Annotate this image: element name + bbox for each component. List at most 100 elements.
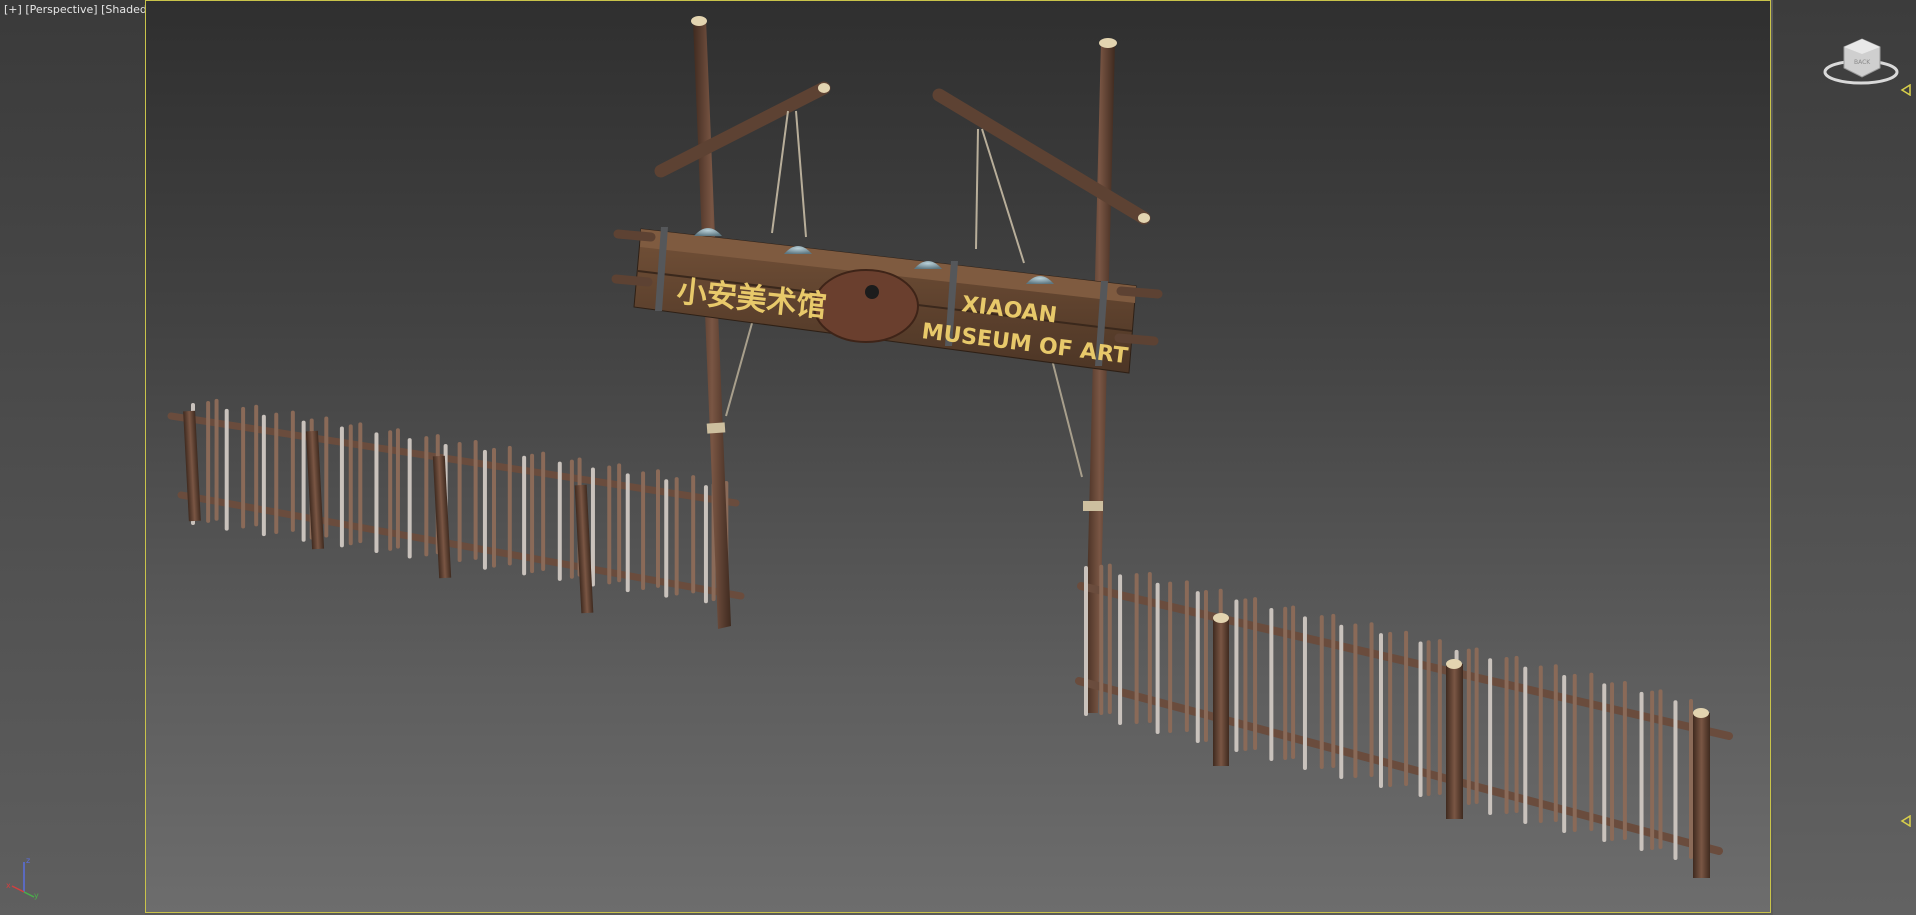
left-fence: [167, 398, 745, 614]
fence-picket: [290, 410, 295, 532]
fence-picket: [1404, 630, 1409, 786]
axis-gizmo-icon: z x y: [6, 856, 39, 900]
fence-picket: [241, 406, 246, 529]
fence-picket: [1673, 700, 1678, 860]
fence-picket: [388, 430, 393, 551]
fence-picket: [1504, 657, 1509, 814]
scrollbar-marker-bottom-icon[interactable]: [1900, 815, 1912, 827]
fence-picket: [473, 439, 478, 560]
fence-picket: [590, 467, 595, 587]
fence-picket: [1084, 566, 1088, 716]
fence-picket: [1283, 606, 1288, 760]
fence-picket: [541, 451, 546, 572]
fence-picket: [1291, 605, 1296, 759]
fence-picket: [703, 485, 708, 604]
fence-picket: [348, 424, 353, 546]
scrollbar-marker-top-icon[interactable]: [1900, 84, 1912, 96]
fence-picket: [569, 459, 574, 579]
fence-picket: [1388, 631, 1393, 787]
fence-picket: [1538, 665, 1543, 823]
museum-sign: 小安美术馆 XIAOAN MUSEUM OF ART: [611, 227, 1163, 374]
fence-picket: [261, 414, 266, 537]
fence-picket: [625, 473, 630, 593]
fence-picket: [1302, 616, 1307, 770]
fence-picket: [522, 455, 527, 576]
viewcube[interactable]: BACK: [1822, 32, 1900, 90]
fence-picket: [655, 469, 660, 588]
fence-picket: [1553, 664, 1558, 822]
axis-z-label: z: [26, 856, 30, 865]
scene-render: 小安美术馆 XIAOAN MUSEUM OF ART: [167, 16, 1733, 878]
fence-picket: [1184, 580, 1189, 732]
fence-picket: [617, 463, 622, 583]
fence-picket: [1331, 613, 1336, 768]
fence-picket: [457, 442, 462, 562]
fence-picket: [1562, 675, 1567, 833]
viewport-shading-button[interactable]: [Shaded]: [101, 3, 151, 16]
fence-picket: [1134, 573, 1139, 724]
fence-picket: [407, 438, 412, 559]
lamp-1: [694, 228, 722, 236]
fence-picket: [214, 398, 219, 521]
fence-picket: [1610, 682, 1615, 841]
fence-picket: [1203, 589, 1208, 742]
left-side-panel: [0, 0, 145, 915]
fence-picket: [1168, 581, 1173, 733]
fence-picket: [301, 420, 306, 542]
fence-picket: [1589, 672, 1594, 831]
fence-picket: [1602, 683, 1607, 842]
fence-picket: [491, 447, 496, 568]
axis-x-label: x: [6, 881, 11, 890]
right-side-panel: [1773, 0, 1916, 915]
fence-picket: [1118, 574, 1123, 725]
fence-picket: [1426, 640, 1431, 796]
fence-picket: [1099, 564, 1104, 715]
fence-picket: [274, 412, 279, 535]
fence-picket: [1418, 641, 1423, 797]
fence-picket: [607, 465, 612, 585]
fence-picket: [664, 479, 669, 598]
fence-picket: [1319, 615, 1324, 769]
fence-picket: [324, 416, 329, 538]
viewport-menu-button[interactable]: [+]: [4, 3, 22, 16]
viewport-view-button[interactable]: [Perspective]: [25, 3, 97, 16]
fence-picket: [1253, 597, 1258, 750]
fence-picket: [1650, 690, 1655, 850]
viewcube-face-label[interactable]: BACK: [1854, 59, 1871, 66]
fence-picket: [1688, 699, 1693, 859]
fence-picket: [1572, 673, 1577, 832]
fence-picket: [1269, 607, 1274, 761]
fence-picket: [1155, 582, 1160, 734]
fence-picket: [1523, 666, 1528, 824]
fence-picket: [1243, 598, 1248, 751]
fence-picket: [424, 436, 429, 557]
fence-picket: [1369, 622, 1374, 777]
fence-picket: [557, 461, 562, 581]
fence-picket: [1514, 655, 1519, 813]
fence-picket: [1488, 658, 1493, 815]
fence-picket: [1622, 681, 1627, 840]
fence-picket: [395, 428, 400, 549]
fence-picket: [1466, 648, 1471, 805]
fence-picket: [507, 445, 512, 566]
fence-picket: [254, 404, 259, 527]
perspective-viewport[interactable]: 小安美术馆 XIAOAN MUSEUM OF ART: [145, 0, 1771, 913]
right-fence: [1075, 563, 1733, 878]
fence-picket: [206, 400, 211, 523]
fence-picket: [1474, 647, 1479, 804]
fence-picket: [530, 453, 535, 574]
fence-picket: [674, 477, 679, 596]
fence-picket: [641, 471, 646, 590]
fence-picket: [1339, 624, 1344, 779]
fence-picket: [1639, 691, 1644, 851]
fence-picket: [1234, 599, 1239, 752]
fence-picket: [1437, 639, 1442, 795]
fence-picket: [1378, 633, 1383, 788]
axis-y-label: y: [34, 891, 39, 900]
fence-picket: [339, 426, 344, 548]
fence-picket: [691, 475, 696, 594]
fence-picket: [224, 408, 229, 531]
viewport-label[interactable]: [+] [Perspective] [Shaded]: [4, 3, 151, 16]
fence-picket: [1353, 623, 1358, 778]
fence-picket: [1107, 563, 1112, 714]
